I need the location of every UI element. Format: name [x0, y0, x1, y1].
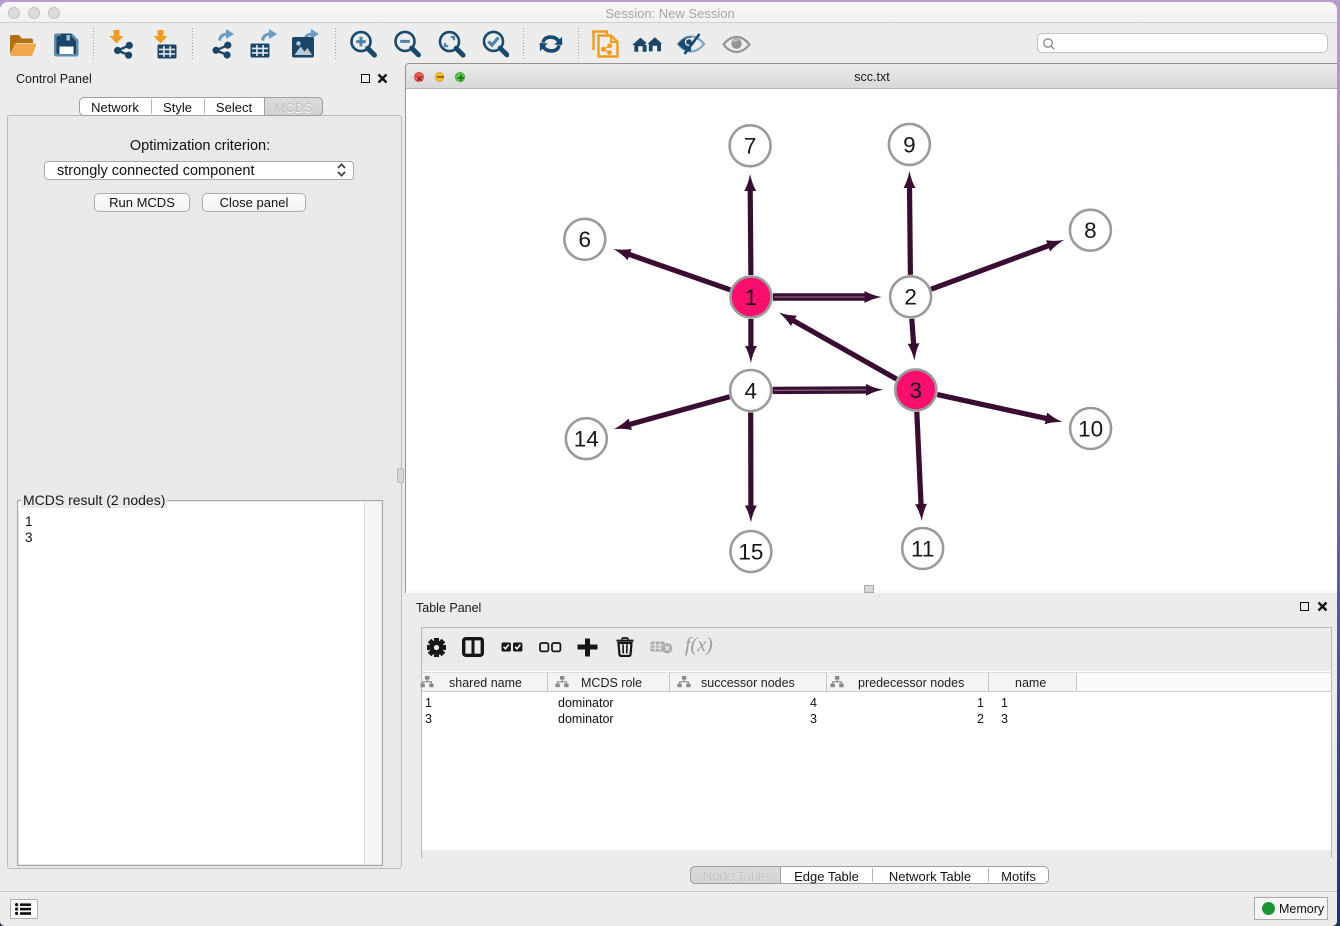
svg-text:14: 14: [573, 427, 598, 452]
svg-text:2: 2: [904, 285, 917, 310]
svg-text:6: 6: [578, 227, 591, 252]
svg-text:1: 1: [744, 285, 757, 310]
svg-text:9: 9: [903, 132, 916, 157]
svg-text:11: 11: [911, 536, 934, 561]
svg-text:4: 4: [744, 378, 757, 403]
svg-text:3: 3: [909, 378, 922, 403]
svg-text:10: 10: [1078, 416, 1103, 441]
svg-text:15: 15: [738, 539, 763, 564]
svg-text:7: 7: [743, 134, 756, 159]
svg-text:8: 8: [1084, 218, 1097, 243]
